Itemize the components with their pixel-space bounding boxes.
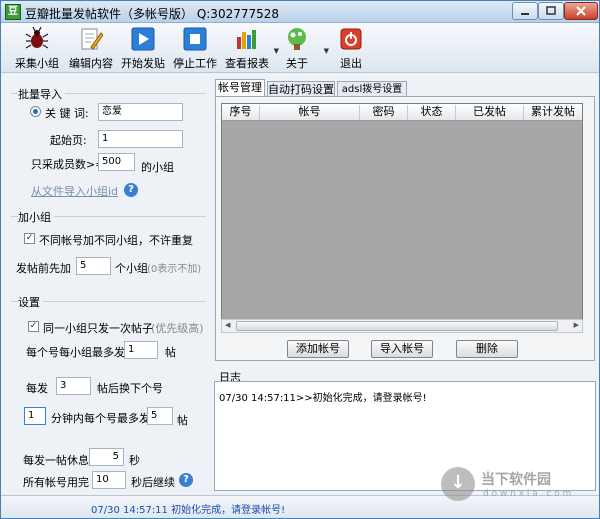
watermark: ↓ 当下软件园 d o w n x i a . c o m <box>441 467 591 507</box>
pre-join-note: (0表示不加) <box>147 264 202 275</box>
close-button[interactable] <box>564 2 598 20</box>
grid-header: 序号 帐号 密码 状态 已发帖 累计发帖 <box>222 104 582 121</box>
column-header[interactable]: 序号 <box>222 105 260 120</box>
report-icon <box>237 30 256 49</box>
maximize-button[interactable] <box>538 2 564 20</box>
edit-content-button[interactable]: 编辑内容 <box>65 27 117 71</box>
toolbar-label: 退出 <box>340 57 362 70</box>
toolbar: 采集小组 编辑内容 开始发贴 停止工作 查看报表 ▼ 关于 ▼ 退出 <box>1 23 599 73</box>
view-report-button[interactable]: 查看报表 ▼ <box>221 27 279 71</box>
all-used-input[interactable]: 10 <box>92 471 126 489</box>
main-window: 豆 豆瓣批量发帖软件（多帐号版） Q:302777528 采集小组 编辑内容 开… <box>0 0 600 519</box>
max-per-group-suffix: 帖 <box>165 346 176 359</box>
switch-after-prefix: 每发 <box>26 382 48 395</box>
exit-icon <box>340 28 362 50</box>
stop-work-button[interactable]: 停止工作 <box>169 27 221 71</box>
toolbar-label: 采集小组 <box>15 57 59 70</box>
once-per-group-label: 同一小组只发一次帖子 <box>43 322 153 335</box>
add-account-button[interactable]: 添加帐号 <box>287 340 349 358</box>
about-icon <box>288 28 306 50</box>
all-used-suffix: 秒后继续 <box>131 476 175 489</box>
scroll-thumb[interactable] <box>236 321 558 331</box>
start-page-label: 起始页: <box>50 134 87 147</box>
rest-suffix: 秒 <box>129 454 140 467</box>
bug-icon <box>25 27 49 49</box>
accounts-grid[interactable]: 序号 帐号 密码 状态 已发帖 累计发帖 <box>221 103 583 333</box>
toolbar-label: 编辑内容 <box>69 57 113 70</box>
watermark-text: 当下软件园 <box>481 472 551 488</box>
max-per-group-label: 每个号每小组最多发 <box>26 346 125 359</box>
once-per-group-checkbox[interactable]: ✓ <box>28 321 39 332</box>
scroll-left-icon[interactable]: ◀ <box>225 321 230 329</box>
minutes-input[interactable]: 1 <box>24 407 46 425</box>
settings-title: 设置 <box>18 294 43 310</box>
minutes-suffix: 帖 <box>177 414 188 427</box>
join-group-title: 加小组 <box>18 209 54 225</box>
pre-join-input[interactable]: 5 <box>76 257 111 275</box>
exit-button[interactable]: 退出 <box>325 27 377 71</box>
delete-button[interactable]: 删除 <box>456 340 518 358</box>
min-members-label: 只采成员数>= <box>31 158 105 171</box>
keyword-label: 关 键 词: <box>45 107 89 120</box>
toolbar-label: 查看报表 <box>225 57 269 70</box>
window-title: 豆瓣批量发帖软件（多帐号版） Q:302777528 <box>25 7 280 21</box>
keyword-input[interactable]: 恋爱 <box>98 103 183 121</box>
minutes-max-input[interactable]: 5 <box>147 407 173 425</box>
horizontal-scrollbar[interactable]: ◀ ▶ <box>221 319 583 333</box>
column-header[interactable]: 累计发帖 <box>524 105 582 120</box>
pre-join-suffix: 个小组 <box>115 262 148 275</box>
watermark-logo-icon: ↓ <box>441 467 475 501</box>
column-header[interactable]: 状态 <box>408 105 456 120</box>
toolbar-label: 关于 <box>286 57 308 70</box>
about-button[interactable]: 关于 ▼ <box>271 27 329 71</box>
status-text: 07/30 14:57:11 初始化完成，请登录帐号! <box>91 505 286 516</box>
tab-adsl-dial[interactable]: adsl拨号设置 <box>337 81 407 97</box>
maximize-icon <box>546 6 556 15</box>
batch-import-title: 批量导入 <box>18 86 65 102</box>
edit-icon <box>81 28 103 50</box>
keyword-radio[interactable] <box>30 106 41 117</box>
once-per-group-note: (优先级高) <box>151 322 204 335</box>
all-used-label: 所有帐号用完 <box>23 476 89 489</box>
scroll-right-icon[interactable]: ▶ <box>574 321 579 329</box>
watermark-subtext: d o w n x i a . c o m <box>483 489 572 499</box>
tab-auto-captcha[interactable]: 自动打码设置 <box>267 81 335 97</box>
minutes-label: 分钟内每个号最多发 <box>51 412 150 425</box>
close-icon <box>576 6 586 16</box>
import-from-file-link[interactable]: 从文件导入小组id <box>31 183 118 199</box>
toolbar-label: 停止工作 <box>173 57 217 70</box>
collect-groups-button[interactable]: 采集小组 <box>11 27 63 71</box>
rest-input[interactable]: 5 <box>89 448 124 466</box>
column-header[interactable]: 密码 <box>360 105 408 120</box>
switch-after-input[interactable]: 3 <box>56 377 91 395</box>
help-icon[interactable]: ? <box>179 473 193 487</box>
different-groups-label: 不同帐号加不同小组，不许重复 <box>39 234 193 247</box>
min-members-input[interactable]: 500 <box>98 153 135 171</box>
tab-account-management[interactable]: 帐号管理 <box>215 79 265 97</box>
import-account-button[interactable]: 导入帐号 <box>371 340 433 358</box>
column-header[interactable]: 帐号 <box>260 105 360 120</box>
pre-join-label: 发帖前先加 <box>16 262 71 275</box>
switch-after-suffix: 帖后换下个号 <box>97 382 163 395</box>
title-bar[interactable]: 豆 豆瓣批量发帖软件（多帐号版） Q:302777528 <box>1 1 599 23</box>
min-members-suffix: 的小组 <box>141 161 174 174</box>
minimize-icon <box>521 13 529 15</box>
start-page-input[interactable]: 1 <box>98 130 183 148</box>
max-per-group-input[interactable]: 1 <box>124 341 158 359</box>
help-icon[interactable]: ? <box>124 183 138 197</box>
rest-label: 每发一帖休息 <box>23 454 89 467</box>
minimize-button[interactable] <box>512 2 538 20</box>
stop-icon <box>183 27 207 51</box>
different-groups-checkbox[interactable]: ✓ <box>24 233 35 244</box>
log-line: 07/30 14:57:11>>初始化完成，请登录帐号! <box>219 393 427 404</box>
play-icon <box>131 27 155 51</box>
app-icon: 豆 <box>5 4 21 20</box>
start-post-button[interactable]: 开始发贴 <box>117 27 169 71</box>
toolbar-label: 开始发贴 <box>121 57 165 70</box>
column-header[interactable]: 已发帖 <box>456 105 524 120</box>
